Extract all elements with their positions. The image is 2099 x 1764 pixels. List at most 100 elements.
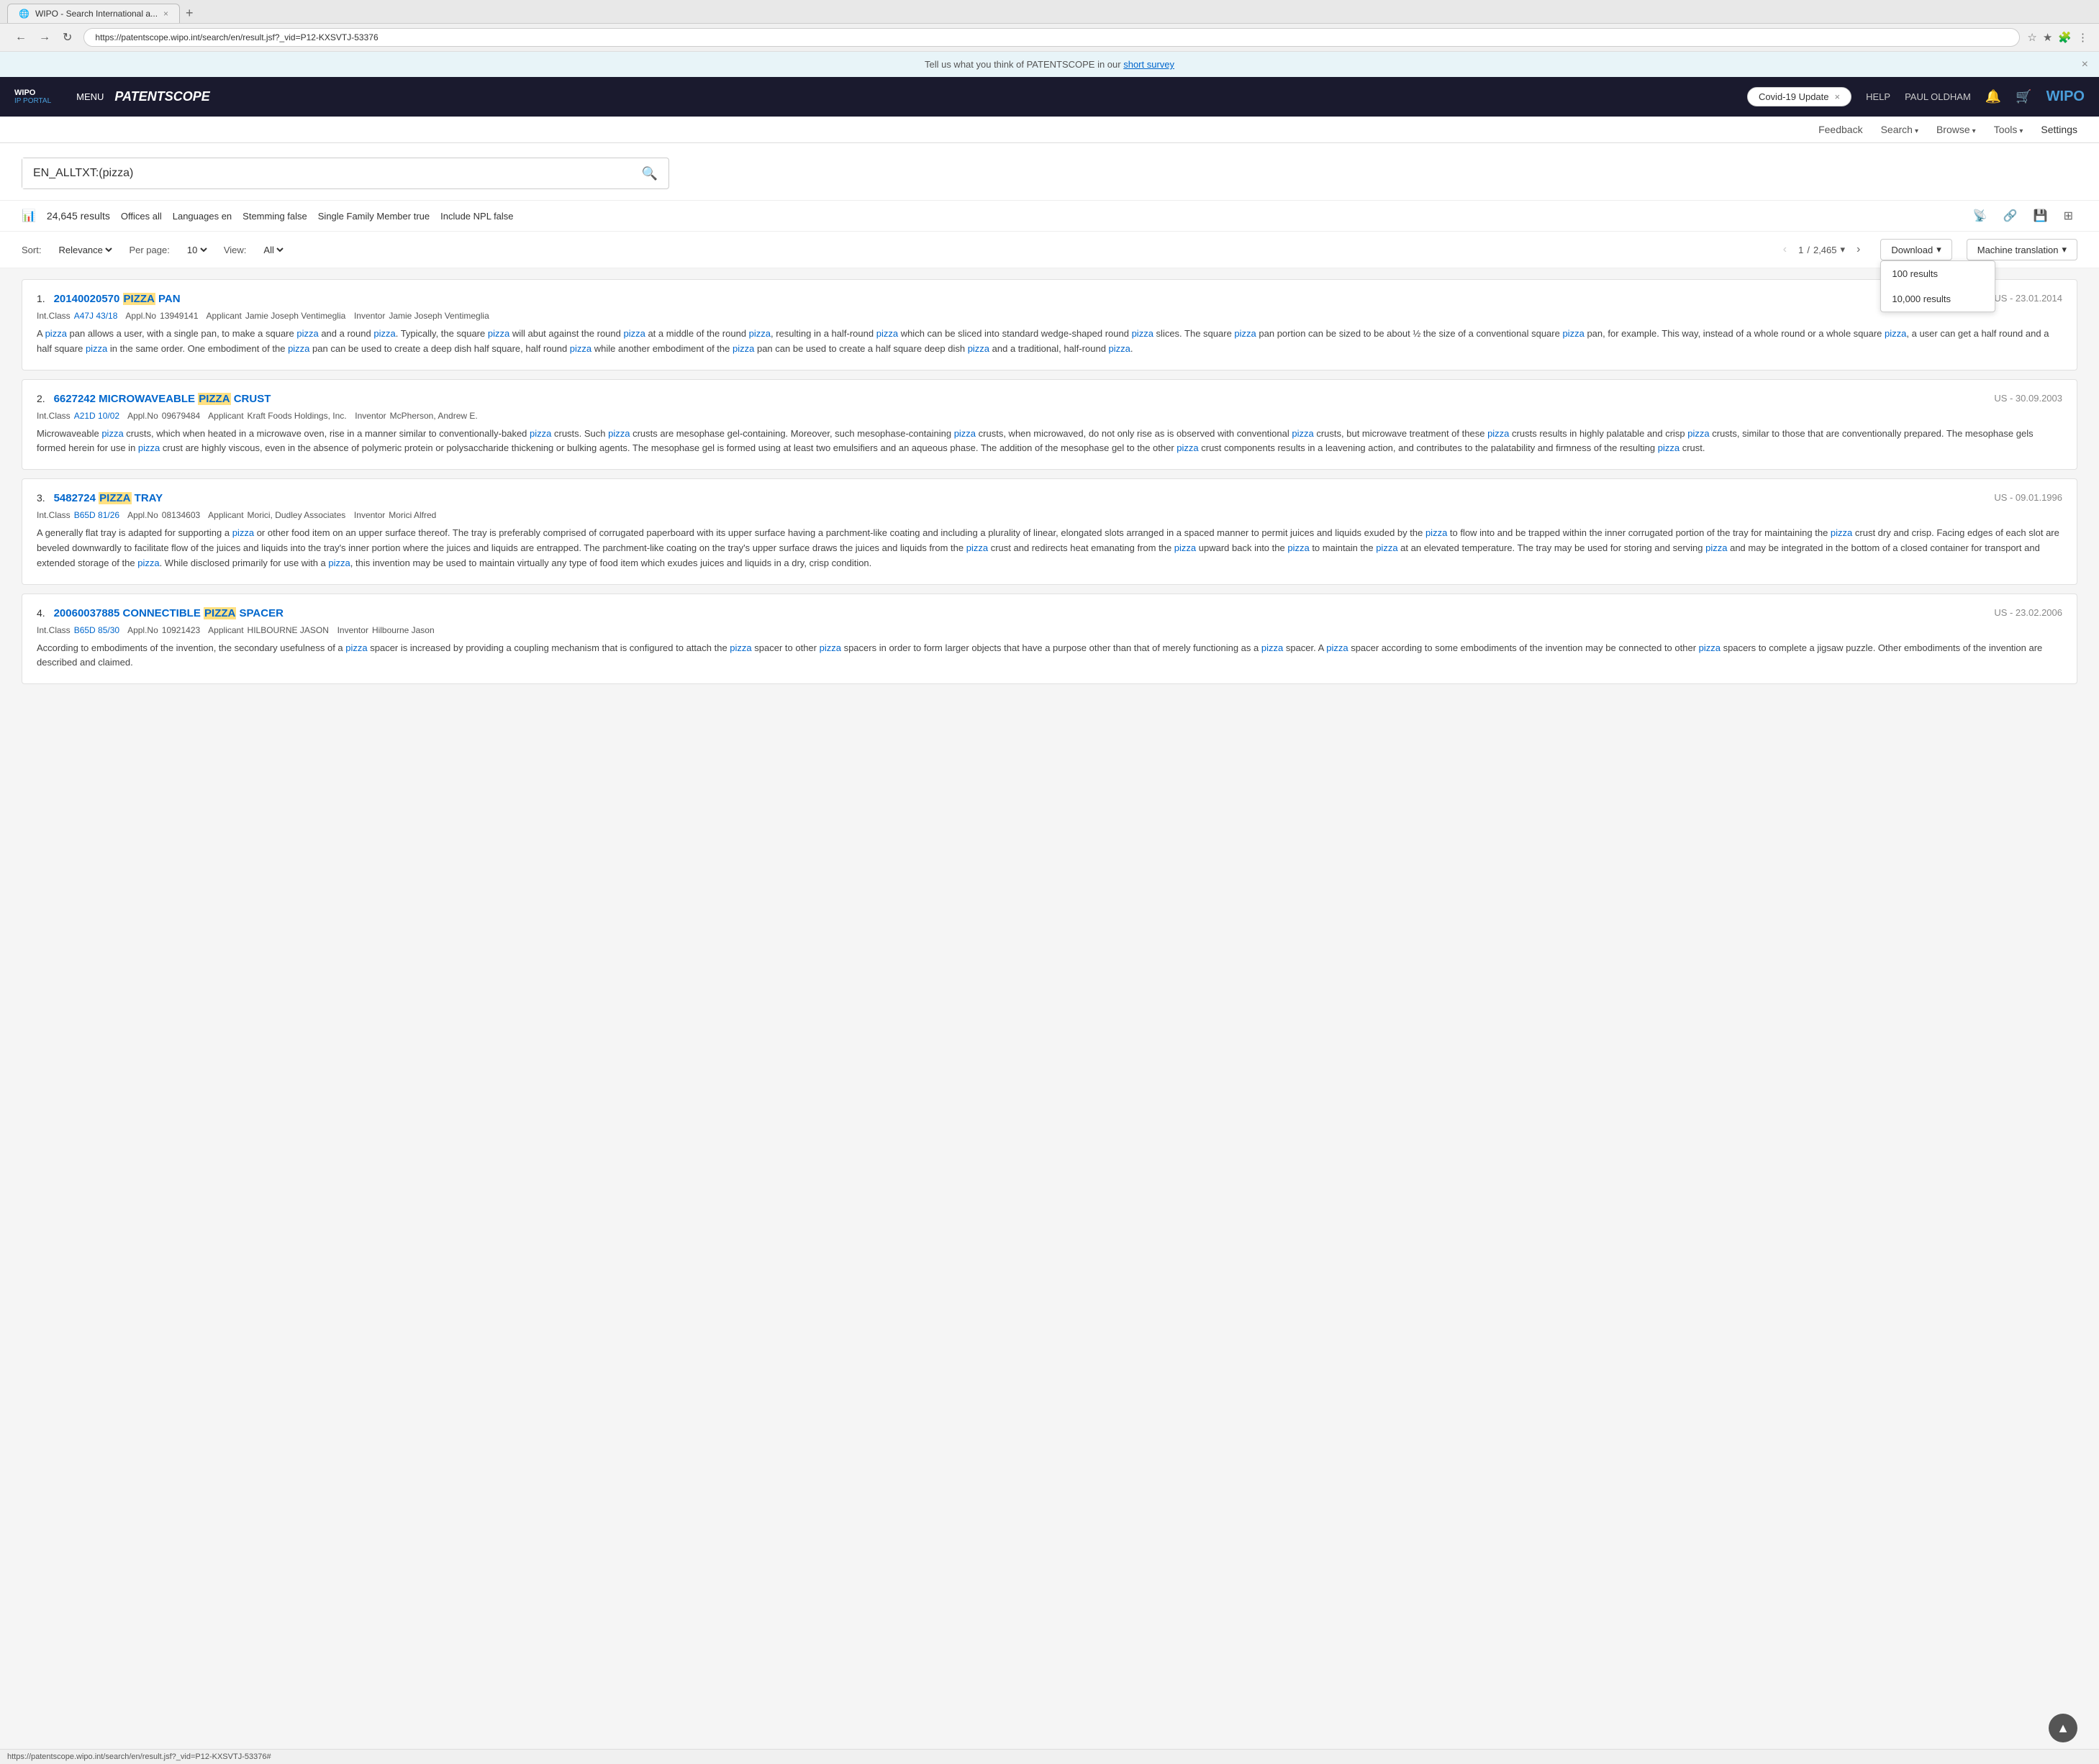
result-title-area: 4. 20060037885 CONNECTIBLE PIZZA SPACER [37, 607, 284, 619]
url-bar: ← → ↻ ☆ ★ 🧩 ⋮ [0, 24, 2099, 52]
result-header: 3. 5482724 PIZZA TRAY US - 09.01.1996 [37, 492, 2062, 504]
star-icon[interactable]: ★ [2043, 31, 2052, 44]
result-title-link[interactable]: 20140020570 PIZZA PAN [54, 293, 181, 305]
rss-icon[interactable]: 📡 [1969, 206, 1992, 225]
search-dropdown[interactable]: Search▾ [1881, 124, 1918, 135]
int-class-link[interactable]: A21D 10/02 [74, 411, 119, 421]
columns-icon[interactable]: ⊞ [2059, 206, 2077, 225]
inventor-value: Morici Alfred [389, 510, 436, 520]
inventor-value: Jamie Joseph Ventimeglia [389, 311, 489, 321]
nav-right: HELP PAUL OLDHAM 🔔 🛒 [1866, 89, 2032, 104]
int-class-link[interactable]: A47J 43/18 [74, 311, 118, 321]
view-label: View: [224, 245, 247, 255]
covid-close-button[interactable]: × [1835, 91, 1841, 102]
pagination: ‹ 1 / 2,465 ▾ › [1777, 241, 1867, 258]
feedback-link[interactable]: Feedback [1818, 124, 1862, 135]
menu-icon[interactable]: ⋮ [2077, 31, 2088, 44]
result-meta: Int.Class A47J 43/18 Appl.No 13949141 Ap… [37, 311, 2062, 321]
int-class-label: Int.Class [37, 311, 71, 321]
offices-filter: Offices all [121, 211, 162, 222]
per-page-select[interactable]: 10 [184, 244, 209, 256]
result-header: 4. 20060037885 CONNECTIBLE PIZZA SPACER … [37, 607, 2062, 619]
browse-dropdown-arrow: ▾ [1972, 127, 1976, 135]
download-button[interactable]: Download ▾ [1880, 239, 1951, 260]
prev-page-button[interactable]: ‹ [1777, 241, 1792, 258]
forward-button[interactable]: → [35, 29, 55, 46]
machine-translation-button[interactable]: Machine translation ▾ [1967, 239, 2077, 260]
scroll-to-top-button[interactable]: ▲ [2049, 1714, 2077, 1742]
help-link[interactable]: HELP [1866, 91, 1890, 102]
url-input[interactable] [83, 28, 2020, 47]
filter-action-icons: 📡 🔗 💾 ⊞ [1969, 206, 2077, 225]
appl-no-value: 09679484 [162, 411, 200, 421]
covid-text: Covid-19 Update [1759, 91, 1829, 102]
tab-title: WIPO - Search International a... [35, 9, 158, 19]
download-100-option[interactable]: 100 results [1881, 261, 1995, 286]
result-number: 1. [37, 293, 45, 304]
cart-icon[interactable]: 🛒 [2016, 89, 2031, 104]
result-meta: Int.Class B65D 81/26 Appl.No 08134603 Ap… [37, 510, 2062, 520]
view-select[interactable]: All [260, 244, 286, 256]
active-tab[interactable]: 🌐 WIPO - Search International a... × [7, 4, 180, 23]
tab-close-button[interactable]: × [163, 9, 168, 19]
refresh-button[interactable]: ↻ [58, 29, 76, 46]
result-date: US - 23.02.2006 [1994, 607, 2062, 618]
covid-badge: Covid-19 Update × [1747, 87, 1851, 106]
result-date: US - 23.01.2014 [1994, 293, 2062, 304]
notifications-icon[interactable]: 🔔 [1985, 89, 2001, 104]
secondary-navigation: Feedback Search▾ Browse▾ Tools▾ Settings [0, 117, 2099, 143]
search-button[interactable]: 🔍 [631, 159, 668, 188]
back-button[interactable]: ← [11, 29, 31, 46]
save-icon[interactable]: 💾 [2029, 206, 2052, 225]
extension-icon[interactable]: 🧩 [2058, 31, 2072, 44]
int-class-link[interactable]: B65D 81/26 [74, 510, 119, 520]
per-page-label: Per page: [129, 245, 169, 255]
languages-value: en [222, 211, 232, 222]
appl-no-value: 08134603 [162, 510, 200, 520]
sort-label: Sort: [22, 245, 41, 255]
result-card: 3. 5482724 PIZZA TRAY US - 09.01.1996 In… [22, 478, 2077, 584]
single-family-value: true [414, 211, 430, 222]
status-bar: https://patentscope.wipo.int/search/en/r… [0, 1749, 2099, 1764]
inventor-label: Inventor [332, 625, 368, 635]
result-number: 4. [37, 607, 45, 619]
download-10000-option[interactable]: 10,000 results [1881, 286, 1995, 312]
browse-dropdown[interactable]: Browse▾ [1936, 124, 1976, 135]
search-container: 🔍 [0, 143, 2099, 201]
next-page-button[interactable]: › [1851, 241, 1866, 258]
sort-bar: Sort: Relevance Per page: 10 View: All ‹… [0, 232, 2099, 268]
result-header: 1. 20140020570 PIZZA PAN US - 23.01.2014 [37, 293, 2062, 305]
stemming-value: false [287, 211, 307, 222]
result-title-area: 3. 5482724 PIZZA TRAY [37, 492, 163, 504]
wipo-text: WIPO [14, 88, 51, 97]
settings-link[interactable]: Settings [2041, 124, 2077, 135]
result-header: 2. 6627242 MICROWAVEABLE PIZZA CRUST US … [37, 393, 2062, 405]
result-abstract: According to embodiments of the inventio… [37, 641, 2062, 671]
appl-no-label: Appl.No [123, 411, 158, 421]
search-input[interactable] [22, 158, 631, 188]
sort-select[interactable]: Relevance [55, 244, 114, 256]
new-tab-button[interactable]: + [180, 6, 199, 21]
result-title-link[interactable]: 6627242 MICROWAVEABLE PIZZA CRUST [54, 393, 271, 405]
applicant-label: Applicant [204, 510, 243, 520]
menu-button[interactable]: MENU [65, 91, 114, 102]
applicant-value: HILBOURNE JASON [248, 625, 329, 635]
int-class-link[interactable]: B65D 85/30 [74, 625, 119, 635]
download-dropdown: Download ▾ 100 results 10,000 results [1880, 239, 1951, 260]
result-card: 1. 20140020570 PIZZA PAN US - 23.01.2014… [22, 279, 2077, 370]
survey-close-button[interactable]: × [2082, 58, 2088, 71]
tools-dropdown[interactable]: Tools▾ [1994, 124, 2023, 135]
page-dropdown-arrow[interactable]: ▾ [1841, 244, 1846, 255]
survey-link[interactable]: short survey [1123, 59, 1174, 70]
share-icon[interactable]: 🔗 [1999, 206, 2022, 225]
result-title-link[interactable]: 20060037885 CONNECTIBLE PIZZA SPACER [54, 607, 284, 619]
machine-translation-arrow: ▾ [2062, 244, 2067, 255]
inventor-value: McPherson, Andrew E. [390, 411, 478, 421]
include-npl-value: false [494, 211, 513, 222]
bookmark-icon[interactable]: ☆ [2027, 31, 2036, 44]
download-dropdown-arrow: ▾ [1936, 244, 1941, 255]
top-navigation: WIPO IP PORTAL MENU PATENTSCOPE Covid-19… [0, 77, 2099, 117]
appl-no-label: Appl.No [123, 625, 158, 635]
result-title-link[interactable]: 5482724 PIZZA TRAY [54, 492, 163, 504]
user-name[interactable]: PAUL OLDHAM [1905, 91, 1971, 102]
